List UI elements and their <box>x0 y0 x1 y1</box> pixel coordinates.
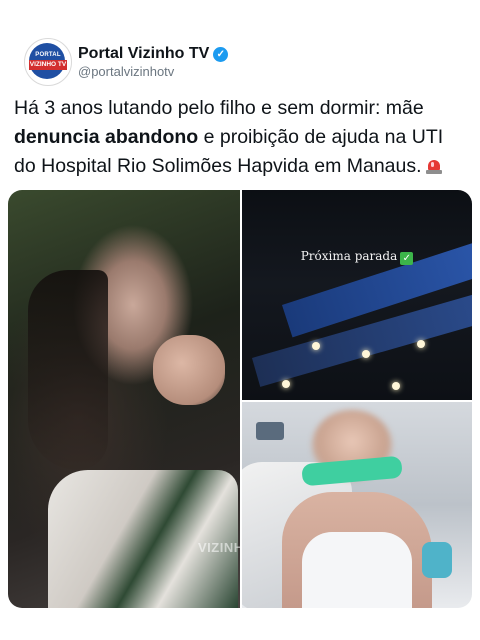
check-mark-icon: ✓ <box>400 252 414 265</box>
police-siren-icon <box>425 158 442 174</box>
ceiling-light <box>282 380 290 388</box>
post-text-part1: Há 3 anos lutando pelo filho e sem dormi… <box>14 97 424 119</box>
ceiling-light <box>392 382 400 390</box>
photo-caption: Próxima parada ✓ <box>242 249 472 265</box>
display-name[interactable]: Portal Vizinho TV <box>78 45 209 63</box>
handle[interactable]: @portalvizinhotv <box>78 64 228 79</box>
avatar-logo-text-top: PORTAL <box>35 52 61 58</box>
ceiling-light <box>362 350 370 358</box>
post-text: Há 3 anos lutando pelo filho e sem dormi… <box>14 94 466 181</box>
profile-names: Portal Vizinho TV ✓ @portalvizinhotv <box>78 45 229 79</box>
photo-child-icu[interactable] <box>242 402 472 608</box>
photo-hospital-facade[interactable]: Próxima parada ✓ <box>242 190 472 400</box>
photo-mother-selfie[interactable]: VIZINHOTV <box>8 190 269 608</box>
diaper-shape <box>302 532 412 608</box>
sock-shape <box>422 542 452 578</box>
ceiling-light <box>312 342 320 350</box>
post-text-bold: denuncia abandono <box>14 126 199 148</box>
photo-caption-text: Próxima parada <box>300 249 398 263</box>
monitor-shape <box>256 422 284 440</box>
verified-badge-icon: ✓ <box>213 46 229 62</box>
avatar[interactable]: PORTAL VIZINHO TV <box>24 38 72 86</box>
hand-shape <box>153 335 225 405</box>
ceiling-light <box>417 340 425 348</box>
avatar-logo-text-bottom: VIZINHO TV <box>29 60 67 70</box>
shirt-shape <box>48 470 238 608</box>
hair-shape <box>28 270 108 470</box>
media-grid[interactable]: VIZINHOTV Próxima parada✓ <box>8 190 472 608</box>
post-header: PORTAL VIZINHO TV Portal Vizinho TV ✓ @p… <box>24 38 229 86</box>
name-row: Portal Vizinho TV ✓ <box>78 45 229 63</box>
building-sign-shape <box>318 191 385 242</box>
